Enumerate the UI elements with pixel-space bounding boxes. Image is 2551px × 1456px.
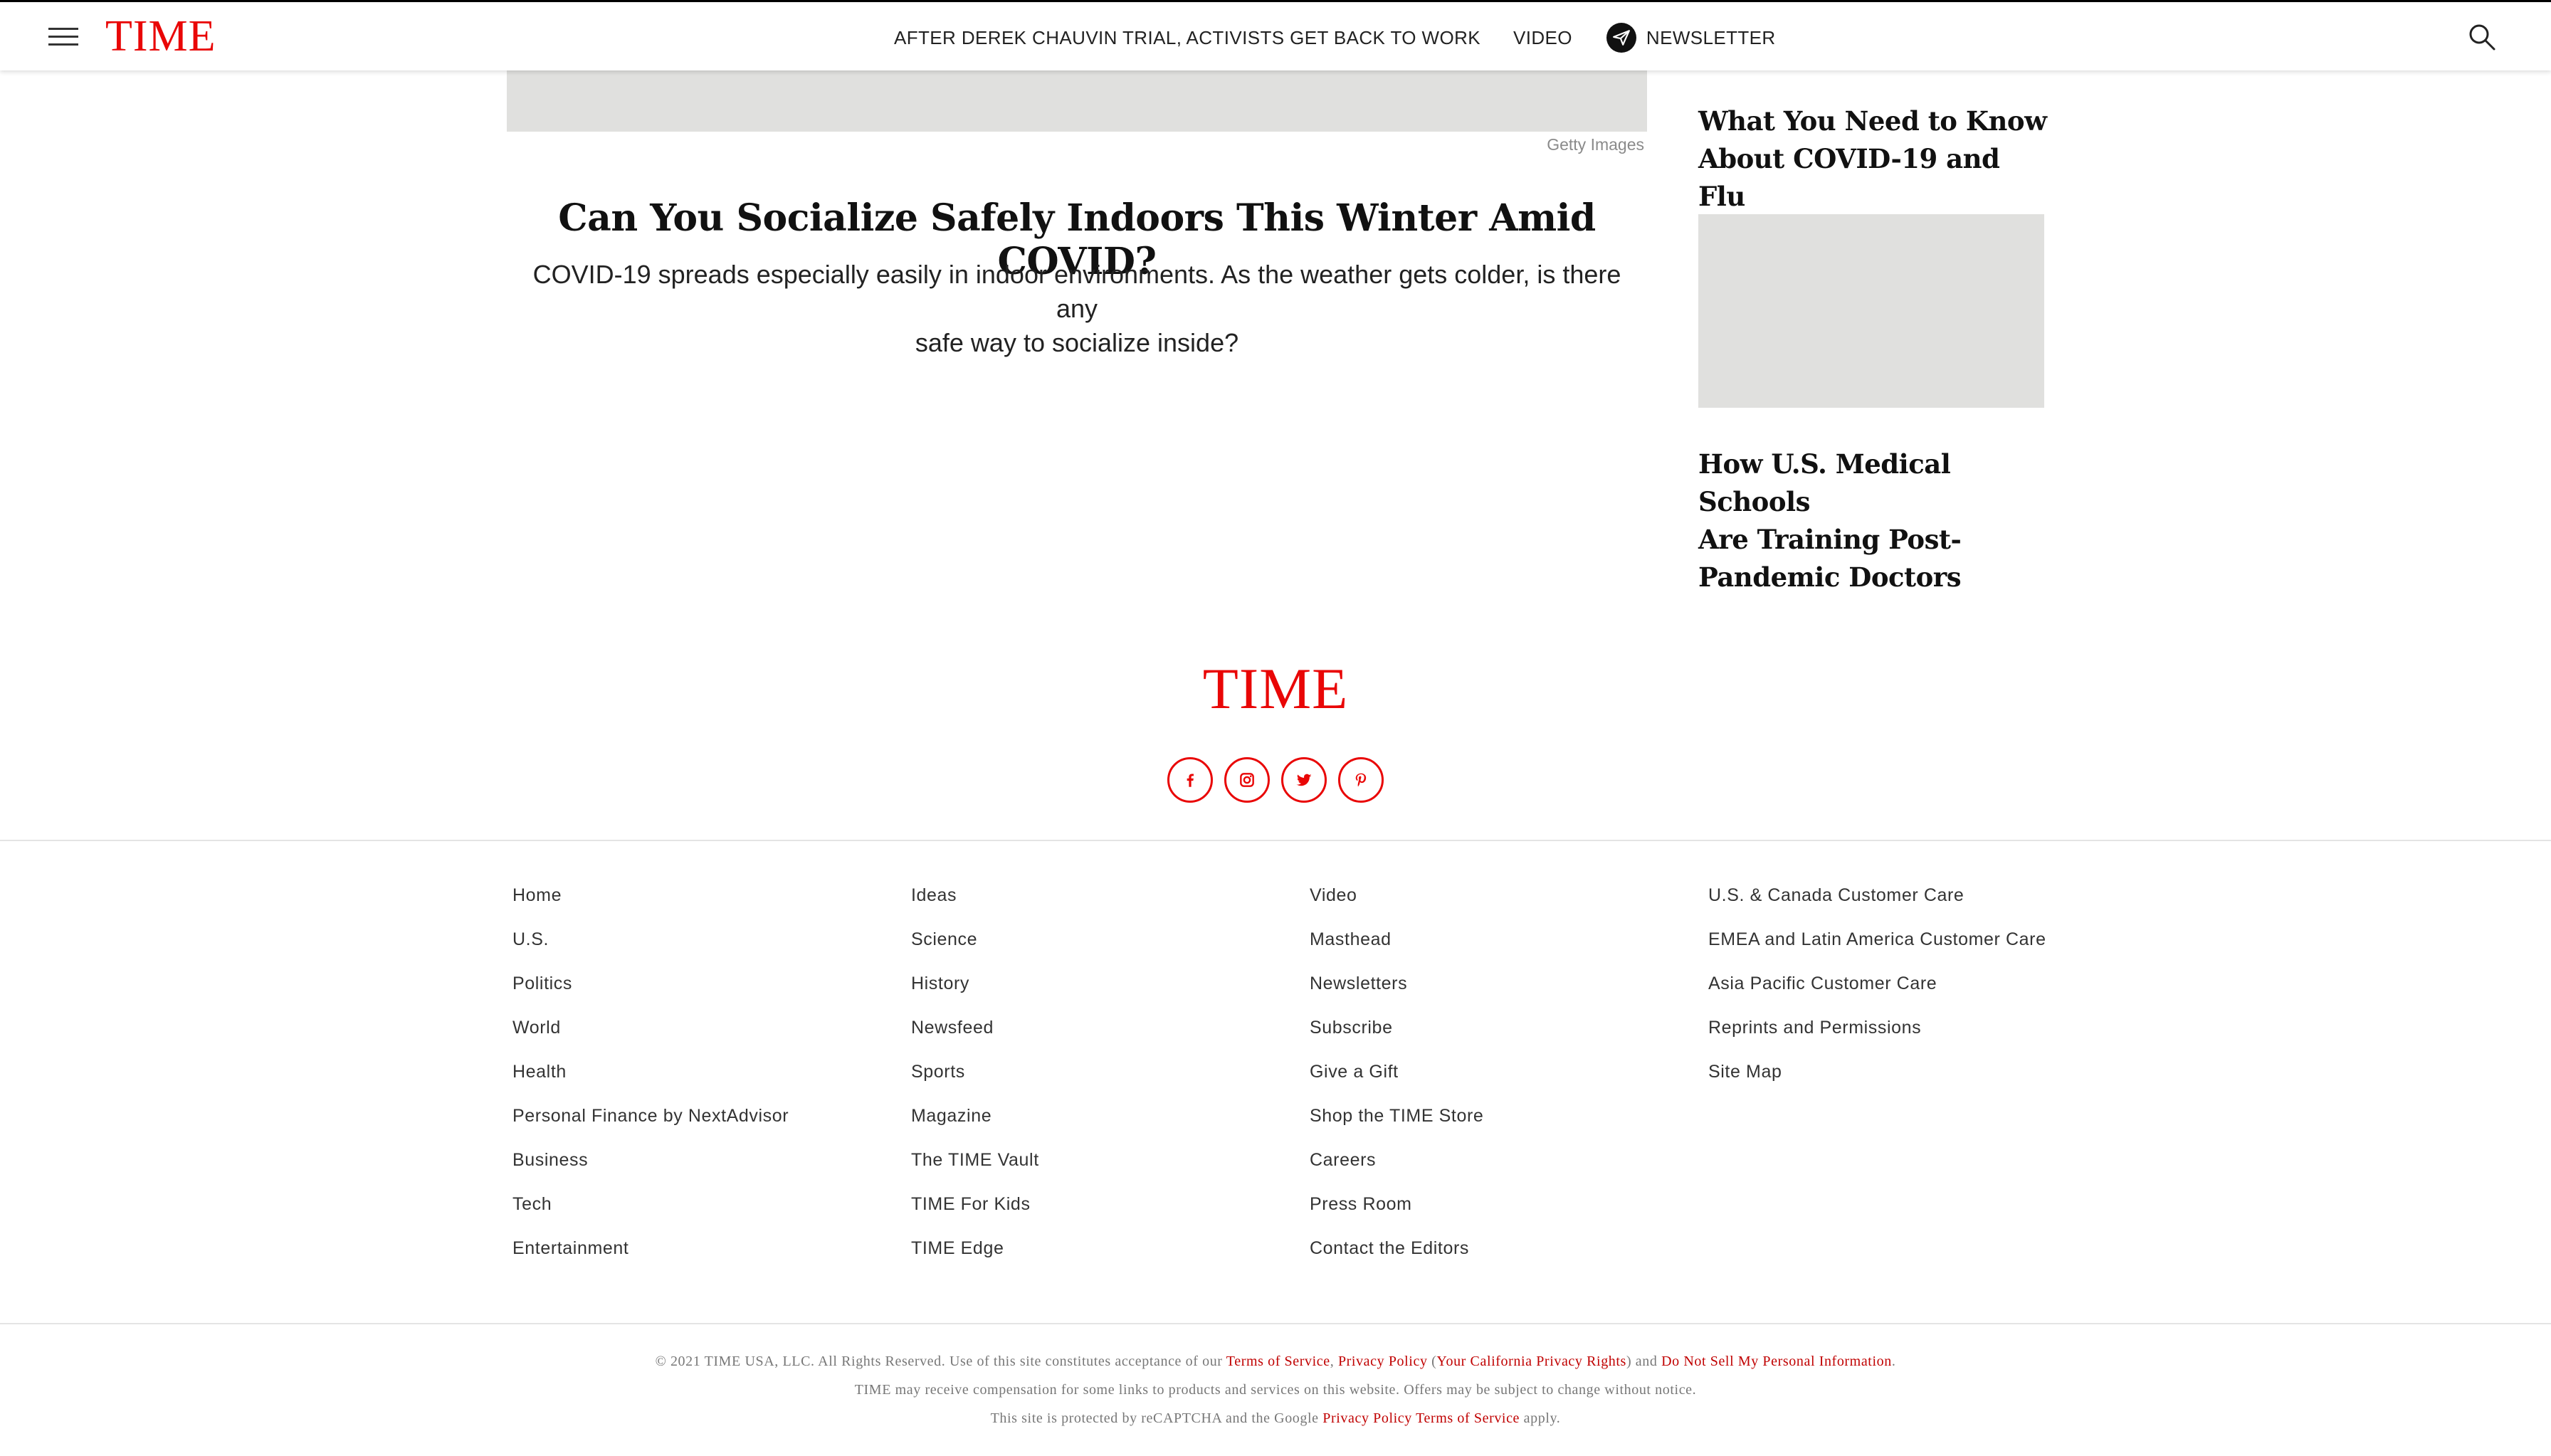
footer-link-home[interactable]: Home bbox=[512, 881, 911, 925]
facebook-icon[interactable] bbox=[1167, 757, 1213, 803]
footer-link-video[interactable]: Video bbox=[1310, 881, 1708, 925]
footer-link-us-canada-care[interactable]: U.S. & Canada Customer Care bbox=[1708, 881, 2107, 925]
footer-link-careers[interactable]: Careers bbox=[1310, 1146, 1708, 1190]
privacy-policy-link[interactable]: Privacy Policy bbox=[1338, 1354, 1428, 1369]
footer-link-press-room[interactable]: Press Room bbox=[1310, 1190, 1708, 1234]
footer-link-health[interactable]: Health bbox=[512, 1057, 911, 1102]
terms-of-service-link[interactable]: Terms of Service bbox=[1226, 1354, 1330, 1369]
sidebar-story-title-line: Pandemic Doctors bbox=[1698, 561, 1962, 593]
sidebar-story-title-line: How U.S. Medical Schools bbox=[1698, 448, 1951, 517]
legal-text: ( bbox=[1427, 1354, 1437, 1369]
footer-column-1: Home U.S. Politics World Health Personal… bbox=[512, 881, 911, 1278]
footer-link-contact-editors[interactable]: Contact the Editors bbox=[1310, 1234, 1708, 1278]
footer-link-business[interactable]: Business bbox=[512, 1146, 911, 1190]
hamburger-menu-icon[interactable] bbox=[48, 28, 78, 46]
instagram-icon[interactable] bbox=[1224, 757, 1270, 803]
footer-link-politics[interactable]: Politics bbox=[512, 969, 911, 1013]
legal-text: ) and bbox=[1626, 1354, 1662, 1369]
nav-link-newsletter[interactable]: NEWSLETTER bbox=[1606, 23, 1776, 53]
sidebar-story-image[interactable] bbox=[1698, 214, 2044, 408]
page: TIME AFTER DEREK CHAUVIN TRIAL, ACTIVIST… bbox=[0, 0, 2551, 1456]
image-credit: Getty Images bbox=[1547, 135, 1644, 154]
sidebar-story-title-line: Are Training Post- bbox=[1698, 524, 1962, 555]
nav-link-video[interactable]: VIDEO bbox=[1513, 27, 1572, 49]
footer-link-site-map[interactable]: Site Map bbox=[1708, 1057, 2107, 1102]
footer-divider bbox=[0, 840, 2551, 841]
footer-column-2: Ideas Science History Newsfeed Sports Ma… bbox=[911, 881, 1310, 1278]
footer-link-reprints[interactable]: Reprints and Permissions bbox=[1708, 1013, 2107, 1057]
article-dek-line-1: COVID-19 spreads especially easily in in… bbox=[532, 260, 1621, 323]
article-dek: COVID-19 spreads especially easily in in… bbox=[520, 258, 1634, 360]
paper-plane-icon bbox=[1606, 23, 1636, 53]
footer-link-asia-pacific-care[interactable]: Asia Pacific Customer Care bbox=[1708, 969, 2107, 1013]
legal-notice: © 2021 TIME USA, LLC. All Rights Reserve… bbox=[0, 1351, 2551, 1436]
footer-column-4: U.S. & Canada Customer Care EMEA and Lat… bbox=[1708, 881, 2107, 1102]
legal-text: . bbox=[1891, 1354, 1896, 1369]
sidebar-story-title-line: About COVID-19 and Flu bbox=[1698, 143, 2000, 212]
footer-link-newsletters[interactable]: Newsletters bbox=[1310, 969, 1708, 1013]
legal-line-3: This site is protected by reCAPTCHA and … bbox=[0, 1408, 2551, 1436]
site-header: TIME AFTER DEREK CHAUVIN TRIAL, ACTIVIST… bbox=[0, 2, 2551, 70]
google-privacy-policy-link[interactable]: Privacy Policy bbox=[1322, 1410, 1412, 1426]
footer-link-sports[interactable]: Sports bbox=[911, 1057, 1310, 1102]
time-logo[interactable]: TIME bbox=[105, 11, 216, 62]
footer-link-time-for-kids[interactable]: TIME For Kids bbox=[911, 1190, 1310, 1234]
search-icon[interactable] bbox=[2467, 22, 2497, 52]
footer-link-time-edge[interactable]: TIME Edge bbox=[911, 1234, 1310, 1278]
footer-link-personal-finance[interactable]: Personal Finance by NextAdvisor bbox=[512, 1102, 911, 1146]
footer-link-give-a-gift[interactable]: Give a Gift bbox=[1310, 1057, 1708, 1102]
article-hero-image[interactable] bbox=[507, 70, 1647, 132]
nav-link-chauvin-trial[interactable]: AFTER DEREK CHAUVIN TRIAL, ACTIVISTS GET… bbox=[894, 27, 1480, 49]
legal-text: , bbox=[1330, 1354, 1338, 1369]
footer-link-emea-latam-care[interactable]: EMEA and Latin America Customer Care bbox=[1708, 925, 2107, 969]
sidebar-story-covid-flu[interactable]: What You Need to Know About COVID-19 and… bbox=[1698, 102, 2054, 216]
legal-text: apply. bbox=[1520, 1410, 1561, 1426]
legal-line-1: © 2021 TIME USA, LLC. All Rights Reserve… bbox=[0, 1351, 2551, 1379]
footer-link-science[interactable]: Science bbox=[911, 925, 1310, 969]
footer-link-newsfeed[interactable]: Newsfeed bbox=[911, 1013, 1310, 1057]
footer-link-subscribe[interactable]: Subscribe bbox=[1310, 1013, 1708, 1057]
google-terms-link[interactable]: Terms of Service bbox=[1416, 1410, 1520, 1426]
footer-link-ideas[interactable]: Ideas bbox=[911, 881, 1310, 925]
footer-link-world[interactable]: World bbox=[512, 1013, 911, 1057]
footer-link-history[interactable]: History bbox=[911, 969, 1310, 1013]
legal-text: © 2021 TIME USA, LLC. All Rights Reserve… bbox=[655, 1354, 1226, 1369]
footer-link-us[interactable]: U.S. bbox=[512, 925, 911, 969]
legal-text: This site is protected by reCAPTCHA and … bbox=[990, 1410, 1323, 1426]
sidebar-story-medical-schools[interactable]: How U.S. Medical Schools Are Training Po… bbox=[1698, 445, 2054, 596]
do-not-sell-link[interactable]: Do Not Sell My Personal Information bbox=[1661, 1354, 1892, 1369]
legal-divider bbox=[0, 1323, 2551, 1324]
footer-time-logo[interactable]: TIME bbox=[1133, 655, 1418, 723]
footer-link-entertainment[interactable]: Entertainment bbox=[512, 1234, 911, 1278]
california-privacy-rights-link[interactable]: Your California Privacy Rights bbox=[1436, 1354, 1626, 1369]
article-dek-line-2: safe way to socialize inside? bbox=[915, 328, 1239, 357]
footer-link-time-vault[interactable]: The TIME Vault bbox=[911, 1146, 1310, 1190]
footer-link-shop[interactable]: Shop the TIME Store bbox=[1310, 1102, 1708, 1146]
top-nav: AFTER DEREK CHAUVIN TRIAL, ACTIVISTS GET… bbox=[894, 23, 1776, 53]
social-links bbox=[1167, 757, 1384, 803]
footer-link-tech[interactable]: Tech bbox=[512, 1190, 911, 1234]
newsletter-label: NEWSLETTER bbox=[1646, 26, 1776, 48]
footer-column-3: Video Masthead Newsletters Subscribe Giv… bbox=[1310, 881, 1708, 1278]
sidebar-story-title-line: What You Need to Know bbox=[1698, 105, 2047, 137]
footer-link-masthead[interactable]: Masthead bbox=[1310, 925, 1708, 969]
pinterest-icon[interactable] bbox=[1338, 757, 1384, 803]
footer-link-magazine[interactable]: Magazine bbox=[911, 1102, 1310, 1146]
legal-line-2: TIME may receive compensation for some l… bbox=[854, 1382, 1697, 1398]
twitter-icon[interactable] bbox=[1281, 757, 1327, 803]
